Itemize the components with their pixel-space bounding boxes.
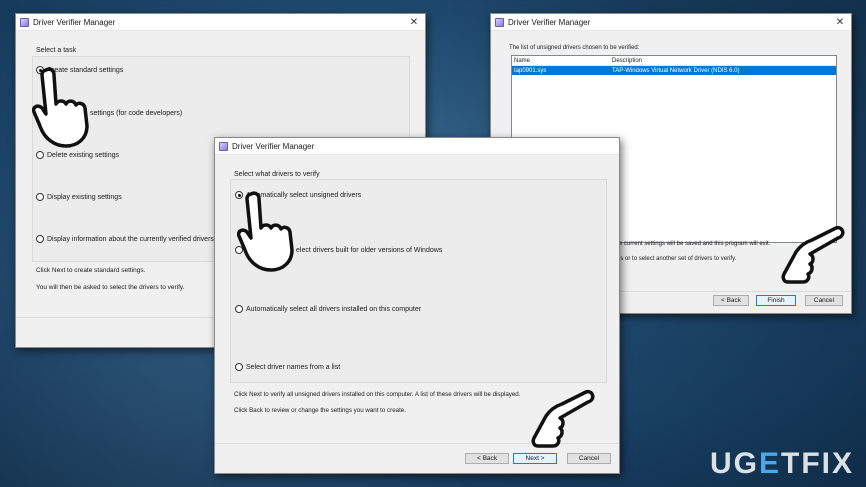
radio-display-info[interactable]: Display information about the currently … (36, 235, 214, 243)
radio-label: Automatically select all drivers install… (246, 305, 422, 313)
cancel-button[interactable]: Cancel (805, 295, 843, 306)
radio-delete-existing[interactable]: Delete existing settings (36, 151, 119, 159)
window-title: Driver Verifier Manager (33, 17, 116, 27)
radio-label: settings (for code developers) (90, 109, 183, 117)
group-label: Select what drivers to verify (234, 171, 320, 178)
pointer-hand-icon (781, 225, 845, 284)
radio-display-existing[interactable]: Display existing settings (36, 193, 122, 201)
radio-label: Display existing settings (47, 193, 122, 201)
driver-name: tap0901.sys (514, 67, 547, 74)
radio-button[interactable] (235, 363, 243, 371)
titlebar: Driver Verifier Manager ✕ (16, 14, 425, 31)
close-icon[interactable]: ✕ (407, 17, 421, 28)
radio-button[interactable] (36, 193, 44, 201)
finish-button[interactable]: Finish (756, 295, 796, 306)
column-header-name[interactable]: Name (512, 58, 610, 64)
info-text: Click Next to create standard settings. (36, 267, 146, 274)
cancel-button[interactable]: Cancel (567, 453, 611, 464)
group-label: Select a task (36, 47, 77, 54)
back-button[interactable]: < Back (713, 295, 749, 306)
radio-all-drivers[interactable]: Automatically select all drivers install… (235, 305, 421, 313)
radio-button[interactable] (235, 305, 243, 313)
back-button[interactable]: < Back (465, 453, 509, 464)
titlebar: Driver Verifier Manager (215, 138, 619, 155)
pointer-hand-icon (531, 389, 595, 448)
pointer-hand-icon (237, 191, 294, 272)
group-label: The list of unsigned drivers chosen to b… (509, 45, 640, 51)
next-button[interactable]: Next > (513, 453, 557, 464)
info-text: Click Back to review or change the setti… (234, 407, 406, 414)
list-header: Name Description (512, 56, 836, 66)
radio-label: Select driver names from a list (246, 363, 341, 371)
radio-button[interactable] (36, 235, 44, 243)
app-icon (495, 17, 504, 27)
pointer-hand-icon (32, 67, 89, 148)
logo-text: TFIX (781, 447, 854, 480)
window-title: Driver Verifier Manager (232, 141, 315, 151)
info-text: Click Next to verify all unsigned driver… (234, 391, 521, 398)
list-item[interactable]: tap0901.sys TAP-Windows Virtual Network … (512, 66, 836, 75)
logo-accent: E (758, 447, 781, 480)
app-icon (20, 17, 29, 27)
radio-button[interactable] (36, 151, 44, 159)
close-icon[interactable]: ✕ (833, 17, 847, 28)
radio-label: Display information about the currently … (47, 235, 214, 243)
window-title: Driver Verifier Manager (508, 17, 591, 27)
radio-label: Delete existing settings (47, 151, 119, 159)
app-icon (219, 141, 228, 151)
radio-label: elect drivers built for older versions o… (296, 246, 443, 254)
radio-driver-list[interactable]: Select driver names from a list (235, 363, 340, 371)
info-text: You will then be asked to select the dri… (36, 284, 185, 291)
logo-text: G (733, 447, 759, 480)
watermark-logo: UGETFIX (710, 447, 854, 481)
titlebar: Driver Verifier Manager ✕ (491, 14, 851, 31)
logo-text: U (709, 447, 734, 480)
driver-description: TAP-Windows Virtual Network Driver (NDIS… (612, 67, 740, 74)
column-header-description[interactable]: Description (610, 58, 836, 64)
